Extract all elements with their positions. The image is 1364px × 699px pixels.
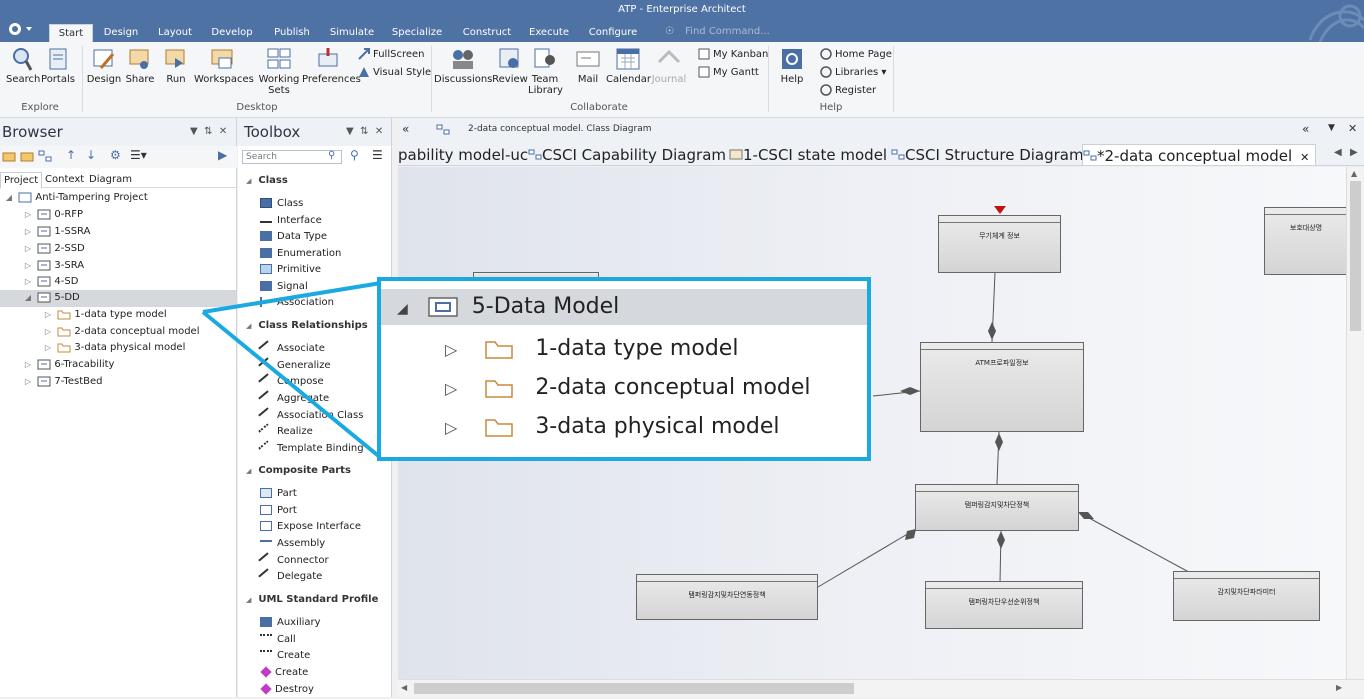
callout-item-label: 2-data conceptual model bbox=[535, 375, 811, 400]
callout-row-1-data-type-model: ▷ 1-data type model bbox=[381, 331, 867, 367]
folder-icon bbox=[485, 419, 514, 437]
collapsed-triangle-icon: ▷ bbox=[445, 340, 458, 359]
callout-title: 5-Data Model bbox=[471, 294, 620, 319]
package-icon bbox=[428, 297, 458, 317]
callout-row-3-data-physical-model: ▷ 3-data physical model bbox=[381, 409, 867, 445]
callout-item-label: 1-data type model bbox=[535, 336, 739, 361]
collapsed-triangle-icon: ▷ bbox=[445, 379, 458, 398]
expanded-triangle-icon: ◢ bbox=[397, 301, 408, 317]
callout-row-5-data-model: ◢ 5-Data Model bbox=[381, 289, 867, 325]
collapsed-triangle-icon: ▷ bbox=[445, 418, 458, 437]
zoom-callout: ◢ 5-Data Model ▷ 1-data type model ▷ 2-d… bbox=[377, 277, 871, 461]
callout-row-2-data-conceptual-model: ▷ 2-data conceptual model bbox=[381, 370, 867, 406]
callout-item-label: 3-data physical model bbox=[535, 414, 780, 439]
folder-icon bbox=[485, 380, 514, 398]
folder-icon bbox=[485, 341, 514, 359]
